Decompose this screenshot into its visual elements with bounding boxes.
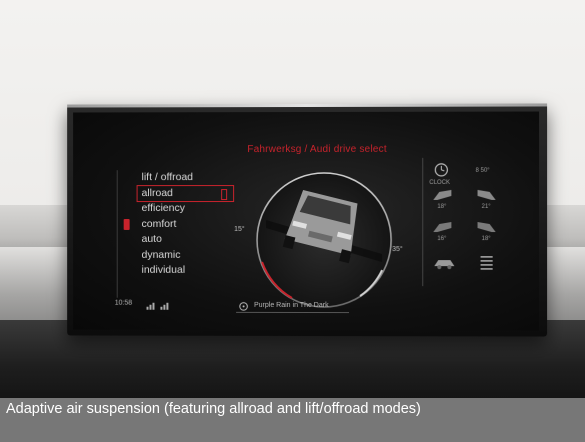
clock-label: CLOCK — [429, 179, 451, 186]
menu-lines-icon[interactable] — [480, 254, 494, 270]
vehicle-tilt-gauge: 15° 35° — [232, 162, 407, 322]
now-playing-title: Purple Rain in The Dark — [254, 301, 329, 310]
seat-heat-right-icon[interactable] — [476, 188, 498, 202]
outside-temp: 8 50° — [475, 167, 490, 174]
gauge-graphic — [256, 172, 392, 308]
signal-icon — [146, 303, 169, 310]
now-playing-bar[interactable]: Purple Rain in The Dark — [236, 299, 349, 314]
display-screen: Fahrwerksg / Audi drive select lift / of… — [73, 111, 540, 331]
page-title: Fahrwerksg / Audi drive select — [247, 143, 387, 156]
menu-item-label: allroad — [141, 186, 173, 199]
temp-value: 16° — [437, 236, 447, 243]
temp-value: 18° — [481, 236, 491, 243]
infotainment-display: Fahrwerksg / Audi drive select lift / of… — [67, 103, 548, 337]
seat-vent-left-icon[interactable] — [431, 220, 453, 234]
status-bar: 10:58 Purple Rain in The Dark — [115, 300, 414, 314]
selection-indicator-icon — [221, 188, 228, 200]
drive-mode-menu: lift / offroad allroad efficiency comfor… — [116, 170, 242, 298]
seat-heat-left-icon[interactable] — [431, 188, 453, 202]
seat-vent-right-icon[interactable] — [476, 220, 498, 234]
temp-value: 21° — [481, 203, 491, 210]
temp-value: 18° — [437, 203, 447, 210]
menu-item-label: auto — [141, 232, 162, 245]
media-source-icon — [239, 302, 249, 311]
clock-icon[interactable] — [429, 162, 453, 180]
menu-item-label: dynamic — [141, 248, 181, 261]
menu-item-individual[interactable]: individual — [118, 263, 241, 279]
image-caption: Adaptive air suspension (featuring allro… — [6, 401, 421, 417]
menu-item-lift-offroad[interactable]: lift / offroad — [118, 170, 241, 186]
menu-item-label: comfort — [141, 217, 177, 230]
active-mode-icon — [123, 218, 130, 230]
car-climate-icon[interactable] — [431, 256, 457, 270]
caption-bar: Adaptive air suspension (featuring allro… — [0, 398, 585, 442]
menu-item-allroad[interactable]: allroad — [136, 184, 235, 203]
menu-item-auto[interactable]: auto — [118, 232, 241, 248]
menu-item-dynamic[interactable]: dynamic — [118, 247, 241, 263]
clock-time: 10:58 — [114, 299, 133, 307]
right-angle-label: 35° — [392, 246, 403, 254]
menu-item-label: lift / offroad — [141, 171, 194, 184]
menu-item-comfort[interactable]: comfort — [118, 217, 241, 232]
menu-item-efficiency[interactable]: efficiency — [118, 201, 241, 216]
menu-item-label: efficiency — [141, 202, 185, 215]
menu-item-label: individual — [141, 263, 186, 276]
climate-panel: CLOCK 8 50° 18° 21° 16° 18° — [422, 157, 510, 287]
left-angle-label: 15° — [234, 225, 245, 233]
